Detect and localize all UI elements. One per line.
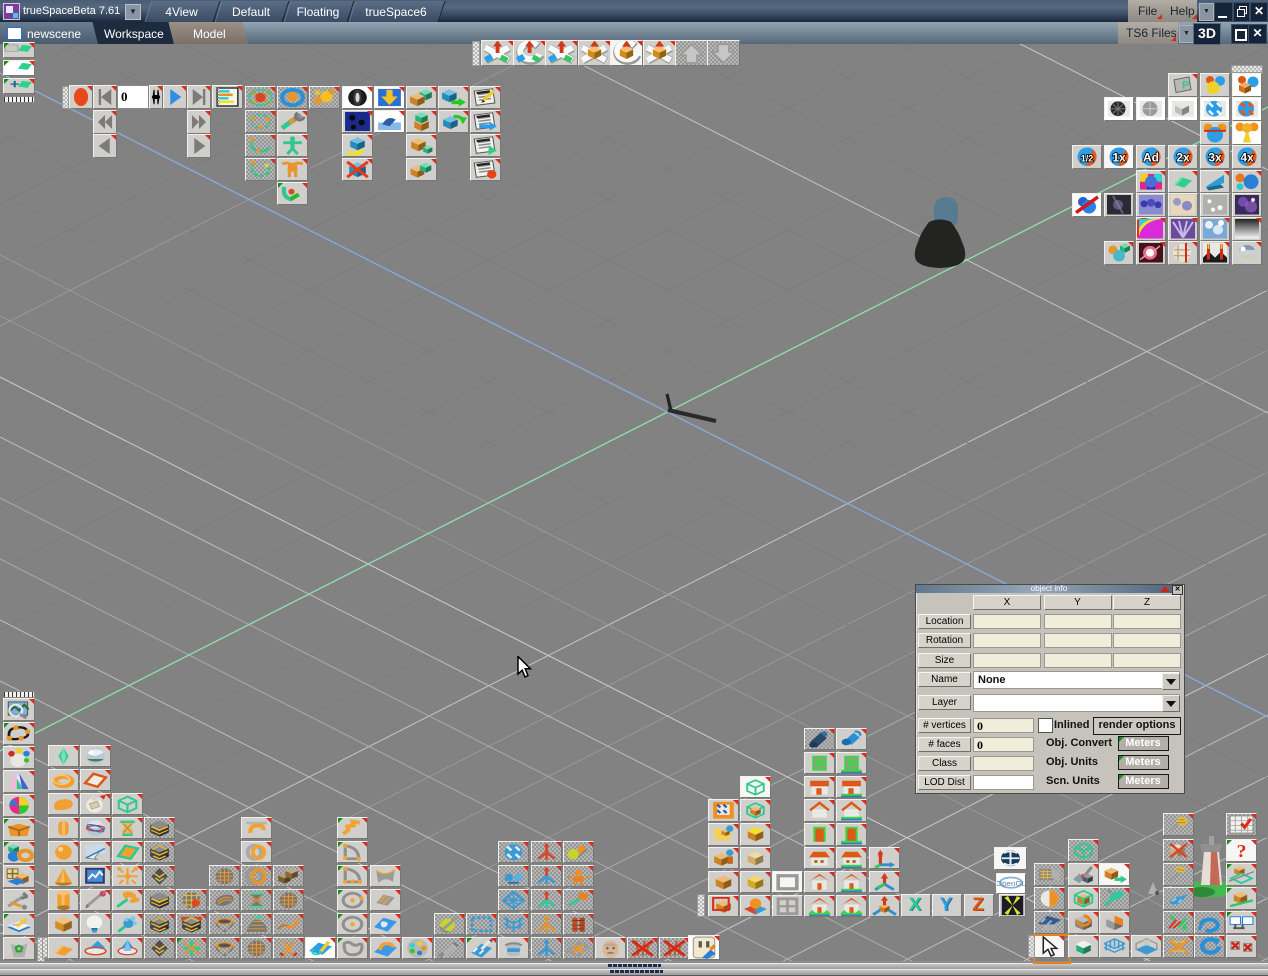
svg-text:1/2: 1/2 [1081,154,1094,164]
svg-text:Ad: Ad [1143,151,1159,165]
svg-text:1x: 1x [1112,151,1126,165]
svg-text:OpenGL: OpenGL [997,879,1025,887]
svg-text:Z: Z [972,895,984,914]
svg-text:P: P [1182,80,1189,92]
svg-text:2x: 2x [1176,151,1190,165]
svg-text:X: X [909,895,922,914]
svg-text:4x: 4x [1240,151,1254,165]
svg-text:?: ? [1237,841,1247,860]
svg-text:3x: 3x [1208,151,1222,165]
svg-text:Y: Y [940,895,953,914]
